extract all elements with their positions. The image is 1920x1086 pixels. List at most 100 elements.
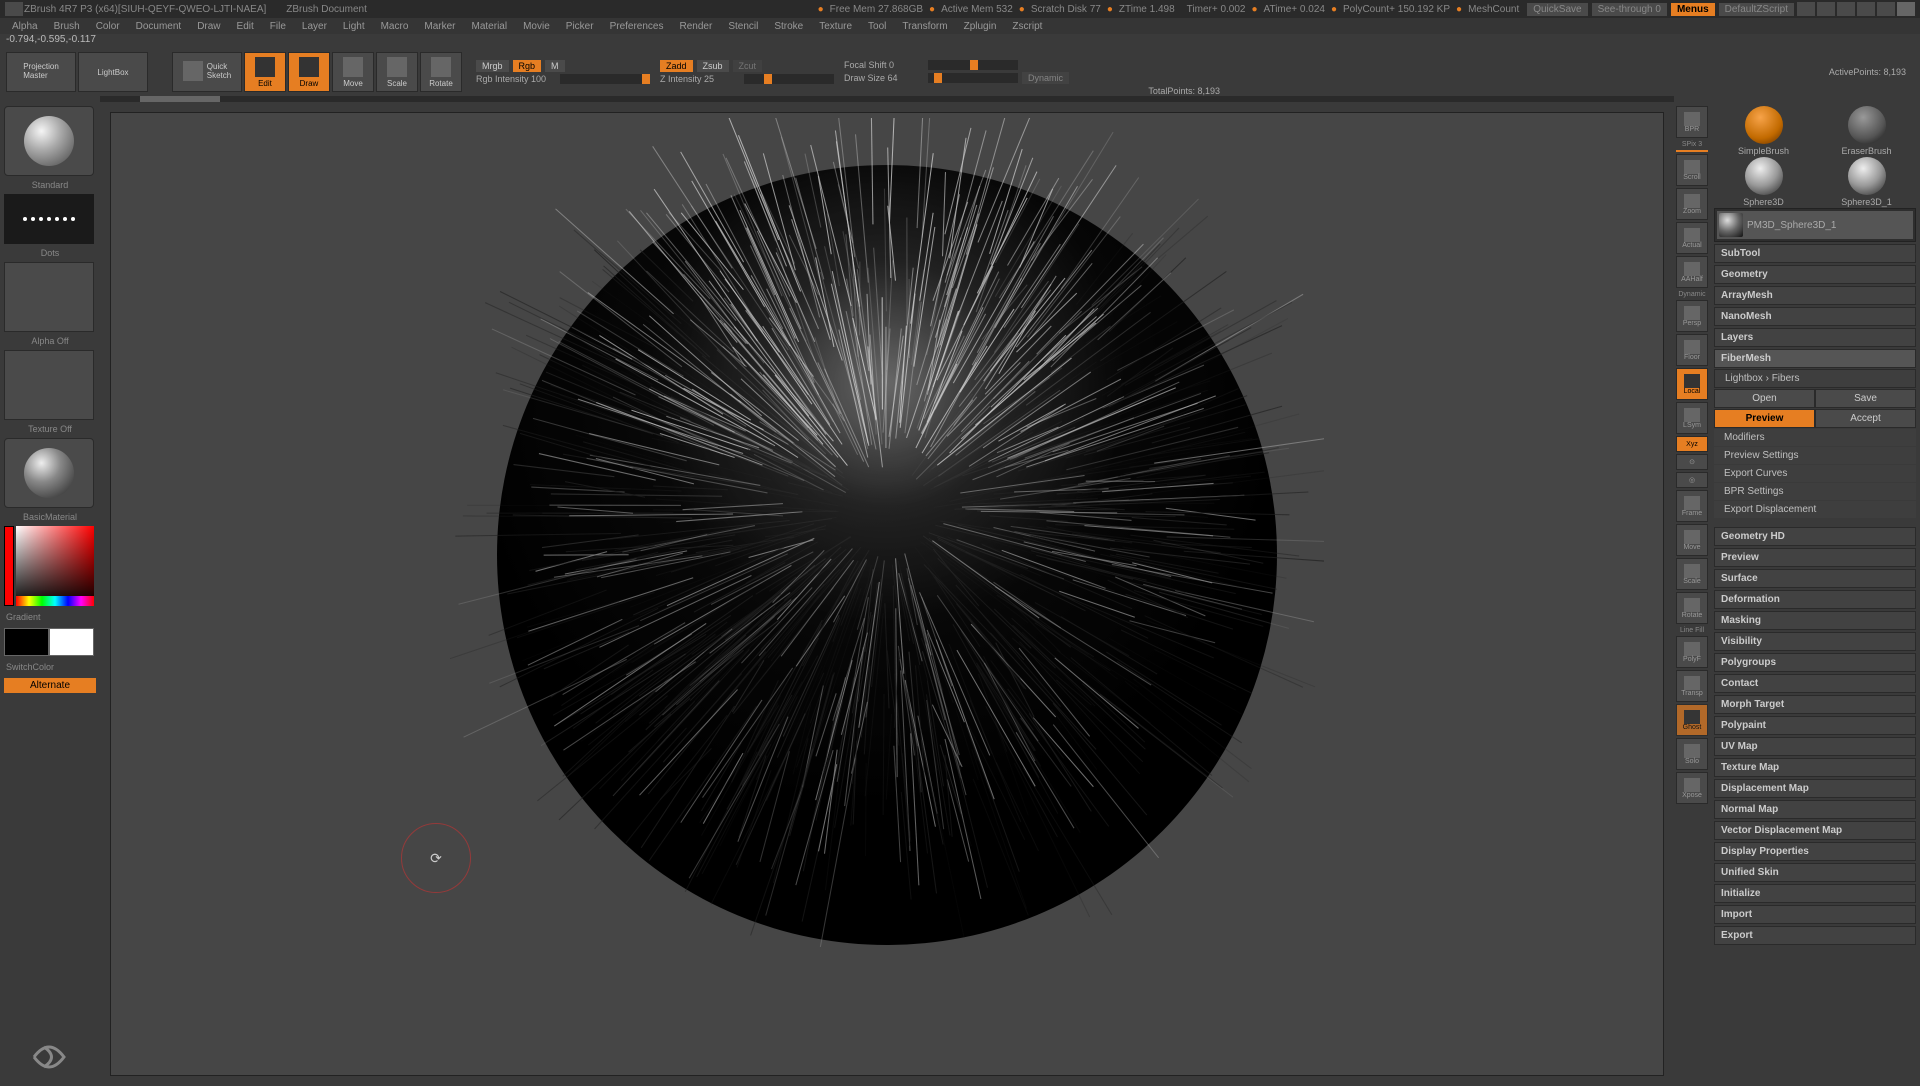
rotate-button[interactable]: Rotate bbox=[420, 52, 462, 92]
layout-icon[interactable] bbox=[1817, 2, 1835, 16]
lightbox-fibers-button[interactable]: Lightbox › Fibers bbox=[1714, 369, 1916, 388]
fiber-preview-button[interactable]: Preview bbox=[1714, 409, 1815, 428]
default-zscript[interactable]: DefaultZScript bbox=[1719, 3, 1794, 16]
morph-target-section[interactable]: Morph Target bbox=[1714, 695, 1916, 714]
minimize-icon[interactable] bbox=[1857, 2, 1875, 16]
contact-section[interactable]: Contact bbox=[1714, 674, 1916, 693]
unified-skin-section[interactable]: Unified Skin bbox=[1714, 863, 1916, 882]
import-button[interactable]: Import bbox=[1714, 905, 1916, 924]
solo-button[interactable]: Solo bbox=[1676, 738, 1708, 770]
move2-button[interactable]: Move bbox=[1676, 524, 1708, 556]
layout-icon[interactable] bbox=[1797, 2, 1815, 16]
mrgb-button[interactable]: Mrgb bbox=[476, 60, 509, 72]
menu-tool[interactable]: Tool bbox=[868, 21, 886, 32]
zoom-button[interactable]: Zoom bbox=[1676, 188, 1708, 220]
rgb-intensity-slider[interactable] bbox=[560, 74, 650, 84]
menu-edit[interactable]: Edit bbox=[237, 21, 254, 32]
sphere3d1-tool[interactable]: Sphere3D_1 bbox=[1817, 157, 1916, 207]
menu-stencil[interactable]: Stencil bbox=[728, 21, 758, 32]
transp-button[interactable]: Transp bbox=[1676, 670, 1708, 702]
spix-slider[interactable] bbox=[1676, 150, 1708, 152]
texture-map-section[interactable]: Texture Map bbox=[1714, 758, 1916, 777]
menu-movie[interactable]: Movie bbox=[523, 21, 550, 32]
tool-row-selected[interactable]: PM3D_Sphere3D_1 bbox=[1717, 211, 1913, 239]
spix-label[interactable]: SPix 3 bbox=[1676, 141, 1708, 148]
fiber-open-button[interactable]: Open bbox=[1714, 389, 1815, 408]
bpr-button[interactable]: BPR bbox=[1676, 106, 1708, 138]
masking-section[interactable]: Masking bbox=[1714, 611, 1916, 630]
close-icon[interactable] bbox=[1897, 2, 1915, 16]
menu-layer[interactable]: Layer bbox=[302, 21, 327, 32]
menu-light[interactable]: Light bbox=[343, 21, 365, 32]
maximize-icon[interactable] bbox=[1877, 2, 1895, 16]
persp-button[interactable]: Persp bbox=[1676, 300, 1708, 332]
frame-button[interactable]: Frame bbox=[1676, 490, 1708, 522]
fiber-save-button[interactable]: Save bbox=[1815, 389, 1916, 408]
tool-list[interactable]: PM3D_Sphere3D_1 bbox=[1714, 208, 1916, 242]
alternate-button[interactable]: Alternate bbox=[4, 678, 96, 693]
sphere3d-tool[interactable]: Sphere3D bbox=[1714, 157, 1813, 207]
simplebrush-tool[interactable]: SimpleBrush bbox=[1714, 106, 1813, 156]
scroll-button[interactable]: Scroll bbox=[1676, 154, 1708, 186]
modifiers-section[interactable]: Modifiers bbox=[1714, 429, 1916, 446]
rgb-button[interactable]: Rgb bbox=[513, 60, 542, 72]
lsym-button[interactable]: LSym bbox=[1676, 402, 1708, 434]
polyf-button[interactable]: PolyF bbox=[1676, 636, 1708, 668]
color-swatches[interactable] bbox=[4, 628, 96, 656]
menu-material[interactable]: Material bbox=[472, 21, 508, 32]
projection-master-button[interactable]: Projection Master bbox=[6, 52, 76, 92]
menu-brush[interactable]: Brush bbox=[54, 21, 80, 32]
lightbox-button[interactable]: LightBox bbox=[78, 52, 148, 92]
subtool-section[interactable]: SubTool bbox=[1714, 244, 1916, 263]
eraserbrush-tool[interactable]: EraserBrush bbox=[1817, 106, 1916, 156]
brush-thumb[interactable] bbox=[4, 106, 94, 176]
initialize-section[interactable]: Initialize bbox=[1714, 884, 1916, 903]
menu-picker[interactable]: Picker bbox=[566, 21, 594, 32]
zadd-button[interactable]: Zadd bbox=[660, 60, 693, 72]
export-button[interactable]: Export bbox=[1714, 926, 1916, 945]
stroke-thumb[interactable] bbox=[4, 194, 94, 244]
menu-draw[interactable]: Draw bbox=[197, 21, 220, 32]
menus-button[interactable]: Menus bbox=[1671, 3, 1715, 16]
normal-map-section[interactable]: Normal Map bbox=[1714, 800, 1916, 819]
geometry-hd-section[interactable]: Geometry HD bbox=[1714, 527, 1916, 546]
zsub-button[interactable]: Zsub bbox=[697, 60, 729, 72]
menu-alpha[interactable]: Alpha bbox=[12, 21, 38, 32]
pivot-button[interactable]: ⊙ bbox=[1676, 454, 1708, 470]
fibermesh-section[interactable]: FiberMesh bbox=[1714, 349, 1916, 368]
swatch-white[interactable] bbox=[49, 628, 94, 656]
menu-stroke[interactable]: Stroke bbox=[774, 21, 803, 32]
surface-section[interactable]: Surface bbox=[1714, 569, 1916, 588]
deformation-section[interactable]: Deformation bbox=[1714, 590, 1916, 609]
draw-size-slider[interactable] bbox=[928, 73, 1018, 83]
quicksave-button[interactable]: QuickSave bbox=[1527, 3, 1587, 16]
preview-section[interactable]: Preview bbox=[1714, 548, 1916, 567]
layers-section[interactable]: Layers bbox=[1714, 328, 1916, 347]
center-button[interactable]: ◎ bbox=[1676, 472, 1708, 488]
menu-transform[interactable]: Transform bbox=[902, 21, 947, 32]
menu-preferences[interactable]: Preferences bbox=[610, 21, 664, 32]
menu-document[interactable]: Document bbox=[136, 21, 182, 32]
menu-color[interactable]: Color bbox=[96, 21, 120, 32]
aahalf-button[interactable]: AAHalf bbox=[1676, 256, 1708, 288]
zcut-button[interactable]: Zcut bbox=[733, 60, 763, 72]
polygroups-section[interactable]: Polygroups bbox=[1714, 653, 1916, 672]
menu-render[interactable]: Render bbox=[680, 21, 713, 32]
displacement-map-section[interactable]: Displacement Map bbox=[1714, 779, 1916, 798]
menu-macro[interactable]: Macro bbox=[381, 21, 409, 32]
switchcolor-button[interactable]: SwitchColor bbox=[4, 660, 96, 674]
menu-file[interactable]: File bbox=[270, 21, 286, 32]
local-button[interactable]: Local bbox=[1676, 368, 1708, 400]
bpr-settings-section[interactable]: BPR Settings bbox=[1714, 483, 1916, 500]
uv-map-section[interactable]: UV Map bbox=[1714, 737, 1916, 756]
focal-shift-slider[interactable] bbox=[928, 60, 1018, 70]
polypaint-section[interactable]: Polypaint bbox=[1714, 716, 1916, 735]
vector-disp-map-section[interactable]: Vector Displacement Map bbox=[1714, 821, 1916, 840]
export-displacement-button[interactable]: Export Displacement bbox=[1714, 501, 1916, 518]
material-thumb[interactable] bbox=[4, 438, 94, 508]
floor-button[interactable]: Floor bbox=[1676, 334, 1708, 366]
menu-marker[interactable]: Marker bbox=[424, 21, 455, 32]
menu-zplugin[interactable]: Zplugin bbox=[964, 21, 997, 32]
visibility-section[interactable]: Visibility bbox=[1714, 632, 1916, 651]
display-properties-section[interactable]: Display Properties bbox=[1714, 842, 1916, 861]
